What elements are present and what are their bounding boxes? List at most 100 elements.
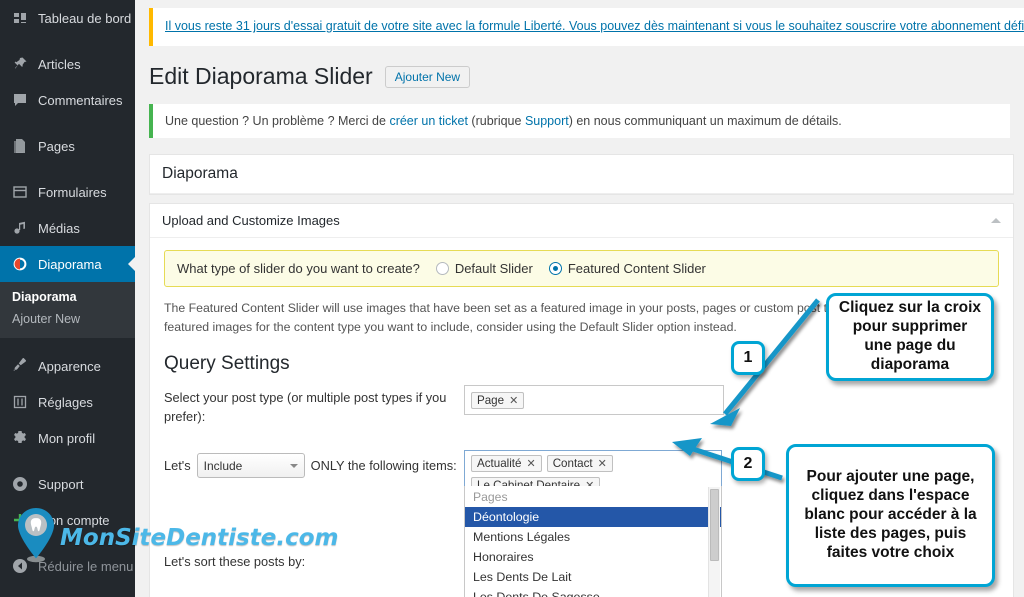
settings-icon <box>10 392 30 412</box>
dropdown-group-label: Pages <box>465 486 721 508</box>
panel-heading-label: Upload and Customize Images <box>162 213 340 228</box>
support-notice: Une question ? Un problème ? Merci de cr… <box>149 104 1010 138</box>
sidebar-item-mon-profil[interactable]: Mon profil <box>0 420 135 456</box>
radio-featured-content-slider[interactable]: Featured Content Slider <box>548 261 706 276</box>
post-type-token-input[interactable]: Page ✕ <box>464 385 724 416</box>
post-type-field-row: Select your post type (or multiple post … <box>164 385 999 426</box>
add-new-button[interactable]: Ajouter New <box>384 66 471 88</box>
pages-dropdown-list[interactable]: Pages Déontologie Mentions Légales Honor… <box>464 486 722 597</box>
sidebar-divider <box>0 164 135 174</box>
screen: Tableau de bord Articles Commentaires Pa… <box>0 0 1024 597</box>
comment-icon <box>10 90 30 110</box>
sidebar-item-label: Commentaires <box>38 92 123 108</box>
annotation-callout-2: Pour ajouter une page, cliquez dans l'es… <box>786 444 995 587</box>
sidebar-item-mon-compte[interactable]: Mon compte <box>0 502 135 538</box>
sidebar-item-reglages[interactable]: Réglages <box>0 384 135 420</box>
sidebar-item-label: Support <box>38 476 84 492</box>
create-ticket-link[interactable]: créer un ticket <box>389 114 468 128</box>
sidebar-divider <box>0 538 135 548</box>
trial-notice: Il vous reste 31 jours d'essai gratuit d… <box>149 8 1024 46</box>
sidebar-item-label: Pages <box>38 138 75 154</box>
support-notice-text-2: (rubrique <box>467 114 525 128</box>
sidebar-item-label: Médias <box>38 220 80 236</box>
token-label: Page <box>477 393 505 407</box>
gear-icon <box>10 428 30 448</box>
support-link[interactable]: Support <box>525 114 569 128</box>
sidebar-submenu-diaporama: Diaporama Ajouter New <box>0 282 135 338</box>
panel-header[interactable]: Upload and Customize Images <box>150 204 1013 238</box>
slider-icon <box>10 254 30 274</box>
sidebar-divider <box>0 36 135 46</box>
sidebar-item-diaporama[interactable]: Diaporama <box>0 246 135 282</box>
radio-icon-default[interactable] <box>435 262 449 275</box>
dropdown-item-mentions-legales[interactable]: Mentions Légales <box>465 527 721 547</box>
trial-notice-link[interactable]: Il vous reste 31 jours d'essai gratuit d… <box>165 19 1024 33</box>
sidebar-item-label: Apparence <box>38 358 101 374</box>
submenu-item-diaporama[interactable]: Diaporama <box>0 286 135 308</box>
sidebar-item-apparence[interactable]: Apparence <box>0 348 135 384</box>
support-notice-text-3: ) en nous communiquant un maximum de dét… <box>568 114 842 128</box>
annotation-badge-1: 1 <box>731 341 765 375</box>
chevron-down-icon <box>289 463 298 468</box>
sidebar-item-label: Formulaires <box>38 184 107 200</box>
slider-type-question: What type of slider do you want to creat… <box>177 261 420 276</box>
dropdown-item-deontologie[interactable]: Déontologie <box>465 507 721 528</box>
close-icon[interactable]: ✕ <box>598 457 607 470</box>
post-type-control: Page ✕ <box>464 385 999 416</box>
sidebar-item-pages[interactable]: Pages <box>0 128 135 164</box>
radio-label-featured: Featured Content Slider <box>567 261 706 276</box>
dropdown-item-les-dents-de-sagesse[interactable]: Les Dents De Sagesse <box>465 587 721 597</box>
submenu-item-ajouter-new[interactable]: Ajouter New <box>0 308 135 330</box>
token-contact[interactable]: Contact ✕ <box>546 455 613 473</box>
page-title: Edit Diaporama Slider <box>149 63 373 90</box>
dropdown-item-honoraires[interactable]: Honoraires <box>465 547 721 567</box>
dropdown-scrollbar[interactable] <box>708 487 720 597</box>
token-label: Contact <box>552 457 593 471</box>
dropdown-item-les-dents-de-lait[interactable]: Les Dents De Lait <box>465 567 721 587</box>
include-label-after: ONLY the following items: <box>310 458 457 474</box>
sidebar-item-formulaires[interactable]: Formulaires <box>0 174 135 210</box>
sidebar-divider <box>0 338 135 348</box>
token-actualite[interactable]: Actualité ✕ <box>471 455 542 473</box>
radio-default-slider[interactable]: Default Slider <box>435 261 533 276</box>
token-page[interactable]: Page ✕ <box>471 391 525 409</box>
page-header: Edit Diaporama Slider Ajouter New <box>149 60 1024 94</box>
collapse-icon <box>10 556 30 576</box>
include-select-value: Include <box>203 458 243 473</box>
post-type-label: Select your post type (or multiple post … <box>164 390 447 425</box>
sidebar-item-label: Articles <box>38 56 81 72</box>
sidebar-item-label: Mon profil <box>38 430 96 446</box>
sidebar-item-support[interactable]: Support <box>0 466 135 502</box>
include-label-before: Let's <box>164 458 191 474</box>
annotation-callout-1: Cliquez sur la croix pour supprimer une … <box>826 293 994 381</box>
chevron-up-icon[interactable] <box>991 218 1001 223</box>
sidebar-item-label: Réduire le menu <box>38 558 134 574</box>
sidebar-divider <box>0 456 135 466</box>
admin-sidebar: Tableau de bord Articles Commentaires Pa… <box>0 0 135 597</box>
token-label: Actualité <box>477 457 522 471</box>
plus-icon <box>10 510 30 530</box>
postbox-title: Diaporama <box>150 155 1013 194</box>
annotation-badge-2: 2 <box>731 447 765 481</box>
close-icon[interactable]: ✕ <box>526 457 535 470</box>
sidebar-item-commentaires[interactable]: Commentaires <box>0 82 135 118</box>
diaporama-postbox: Diaporama <box>149 154 1014 195</box>
include-exclude-select[interactable]: Include <box>196 453 305 479</box>
radio-icon-featured[interactable] <box>548 262 562 275</box>
sidebar-item-tableau-de-bord[interactable]: Tableau de bord <box>0 0 135 36</box>
radio-label-default: Default Slider <box>454 261 533 276</box>
pin-icon <box>10 54 30 74</box>
media-icon <box>10 218 30 238</box>
sidebar-item-label: Réglages <box>38 394 93 410</box>
sort-label: Let's sort these posts by: <box>164 554 306 570</box>
sidebar-item-label: Tableau de bord <box>38 10 132 26</box>
sidebar-item-reduire-le-menu[interactable]: Réduire le menu <box>0 548 135 584</box>
sidebar-divider <box>0 118 135 128</box>
slider-type-selector: What type of slider do you want to creat… <box>164 250 999 287</box>
dropdown-scrollbar-thumb[interactable] <box>710 489 719 562</box>
sidebar-item-articles[interactable]: Articles <box>0 46 135 82</box>
sidebar-item-label: Mon compte <box>38 512 110 528</box>
support-notice-text-1: Une question ? Un problème ? Merci de <box>165 114 390 128</box>
sidebar-item-medias[interactable]: Médias <box>0 210 135 246</box>
close-icon[interactable]: ✕ <box>509 394 518 407</box>
